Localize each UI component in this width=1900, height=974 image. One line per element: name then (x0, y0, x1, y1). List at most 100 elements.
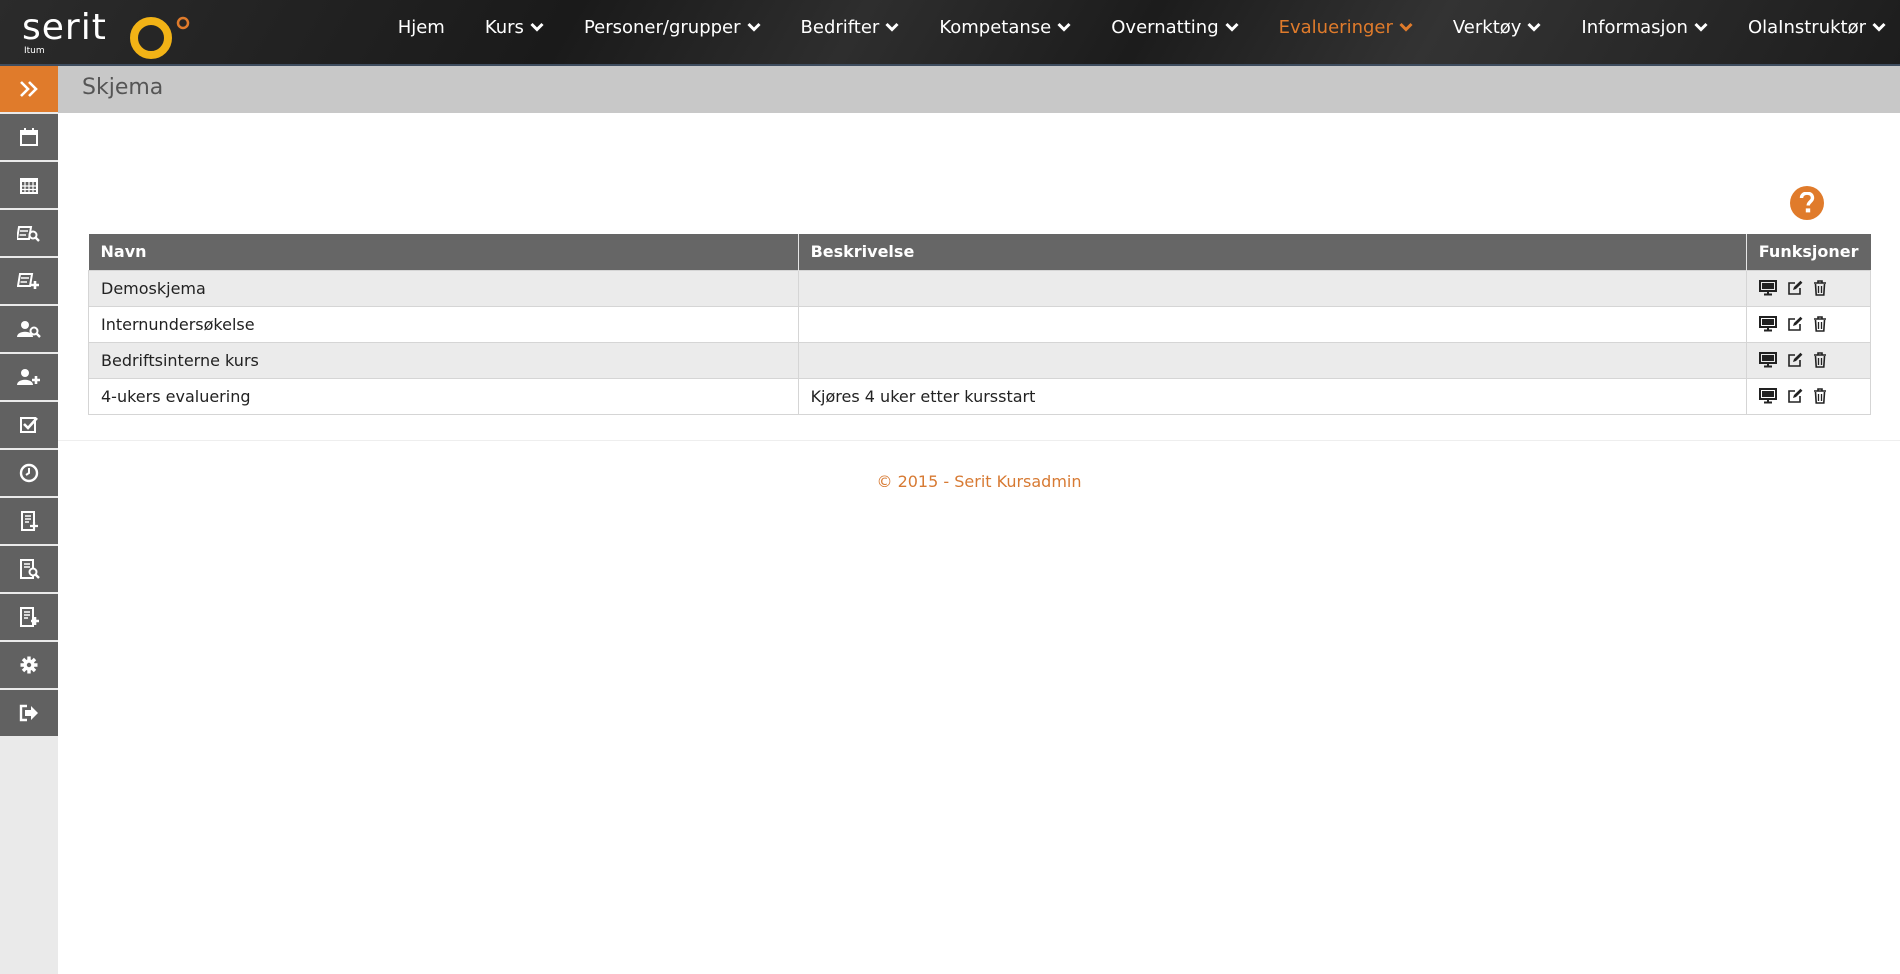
preview-button[interactable] (1758, 316, 1777, 332)
nav-hjem[interactable]: Hjem (398, 17, 465, 38)
cell-navn: Internundersøkelse (88, 305, 799, 343)
sidebar-item-logout[interactable] (0, 690, 58, 736)
calendar-grid-icon (20, 178, 38, 194)
cell-beskrivelse: Kjøres 4 uker etter kursstart (797, 377, 1747, 415)
top-navigation-bar: serit Itum Hjem Kurs Personer/grupper Be… (0, 0, 1900, 66)
nav-label: Verktøy (1452, 16, 1522, 38)
nav-label: Overnatting (1111, 16, 1219, 38)
sidebar-item-settings[interactable] (0, 642, 58, 688)
delete-button[interactable] (1813, 388, 1827, 404)
add-user-icon (17, 369, 40, 385)
nav-verktoy[interactable]: Verktøy (1433, 17, 1562, 38)
footer-copyright: © 2015 - Serit Kursadmin (876, 472, 1082, 491)
table-header-row: Navn Beskrivelse Funksjoner (88, 234, 1871, 270)
chevron-down-icon (1527, 22, 1541, 32)
preview-button[interactable] (1758, 352, 1777, 368)
delete-button[interactable] (1813, 352, 1827, 368)
chevron-down-icon (1872, 22, 1886, 32)
brand-name: serit (22, 7, 107, 48)
report-icon (21, 511, 38, 531)
nav-label: Kompetanse (939, 16, 1052, 38)
page-title: Skjema (82, 75, 164, 100)
serit-logo[interactable]: serit Itum (22, 6, 192, 59)
sidebar-item-search-course[interactable] (0, 210, 58, 256)
nav-label: Kurs (484, 16, 524, 38)
search-course-icon (17, 226, 40, 242)
column-header-funksjoner: Funksjoner (1746, 234, 1871, 270)
nav-kompetanse[interactable]: Kompetanse (919, 17, 1091, 38)
cell-navn: 4-ukers evaluering (88, 377, 799, 415)
monitor-icon (1758, 316, 1777, 332)
skjema-table: Navn Beskrivelse Funksjoner Demoskjema I… (88, 234, 1872, 415)
trash-icon (1813, 352, 1826, 368)
edit-icon (1787, 352, 1803, 367)
cell-beskrivelse (797, 341, 1747, 379)
help-button[interactable] (1790, 186, 1824, 220)
sidebar-item-search-report[interactable] (0, 546, 58, 592)
table-row: Bedriftsinterne kurs (88, 341, 1872, 379)
sidebar-item-calendar[interactable] (0, 114, 58, 160)
nav-evalueringer[interactable]: Evalueringer (1259, 17, 1433, 38)
left-sidebar (0, 66, 58, 974)
edit-icon (1787, 280, 1803, 295)
nav-bedrifter[interactable]: Bedrifter (781, 17, 920, 38)
footer-divider (58, 440, 1900, 441)
cell-navn: Demoskjema (88, 269, 799, 307)
edit-button[interactable] (1787, 316, 1803, 332)
chevron-down-icon (530, 22, 544, 32)
monitor-icon (1758, 388, 1777, 404)
column-header-navn[interactable]: Navn (88, 234, 799, 270)
edit-icon (1787, 316, 1803, 331)
edit-button[interactable] (1787, 352, 1803, 368)
cell-navn: Bedriftsinterne kurs (88, 341, 799, 379)
clock-icon (19, 463, 39, 483)
monitor-icon (1758, 280, 1777, 296)
nav-informasjon[interactable]: Informasjon (1561, 17, 1728, 38)
nav-user-menu[interactable]: OlaInstruktør (1728, 17, 1900, 38)
expand-icon (20, 81, 38, 97)
preview-button[interactable] (1758, 388, 1777, 404)
sidebar-item-add-user[interactable] (0, 354, 58, 400)
delete-button[interactable] (1813, 280, 1827, 296)
sidebar-item-add-course[interactable] (0, 258, 58, 304)
chevron-down-icon (1399, 22, 1413, 32)
nav-personer-grupper[interactable]: Personer/grupper (564, 17, 781, 38)
cell-funksjoner (1745, 341, 1872, 379)
nav-label: Personer/grupper (583, 16, 741, 38)
sidebar-item-report[interactable] (0, 498, 58, 544)
cell-beskrivelse (797, 269, 1747, 307)
chevron-down-icon (1225, 22, 1239, 32)
chevron-down-icon (746, 22, 761, 32)
sidebar-toggle-button[interactable] (0, 66, 58, 112)
table-row: Internundersøkelse (88, 305, 1872, 343)
sidebar-item-history[interactable] (0, 450, 58, 496)
nav-label: OlaInstruktør (1747, 16, 1866, 38)
column-header-beskrivelse[interactable]: Beskrivelse (798, 234, 1747, 270)
nav-kurs[interactable]: Kurs (465, 17, 564, 38)
nav-label: Evalueringer (1278, 16, 1393, 38)
delete-button[interactable] (1813, 316, 1827, 332)
nav-label: Informasjon (1581, 16, 1688, 38)
sidebar-item-evaluations[interactable] (0, 402, 58, 448)
sidebar-item-calendar-grid[interactable] (0, 162, 58, 208)
sidebar-item-search-user[interactable] (0, 306, 58, 352)
checkbox-icon (20, 417, 38, 433)
search-report-icon (20, 559, 40, 579)
nav-label: Hjem (397, 16, 445, 38)
sidebar-item-add-report[interactable] (0, 594, 58, 640)
logo-ring-icon (130, 16, 190, 59)
preview-button[interactable] (1758, 280, 1777, 296)
trash-icon (1813, 316, 1826, 332)
brand-sub: Itum (24, 46, 45, 56)
edit-button[interactable] (1787, 388, 1803, 404)
trash-icon (1813, 280, 1826, 296)
calendar-icon (20, 128, 38, 146)
edit-button[interactable] (1787, 280, 1803, 296)
search-user-icon (17, 321, 41, 338)
nav-overnatting[interactable]: Overnatting (1091, 17, 1258, 38)
chevron-down-icon (885, 22, 899, 32)
question-icon (1799, 192, 1815, 213)
table-row: 4-ukers evaluering Kjøres 4 uker etter k… (88, 377, 1872, 415)
table-row: Demoskjema (88, 269, 1872, 307)
trash-icon (1813, 388, 1826, 404)
